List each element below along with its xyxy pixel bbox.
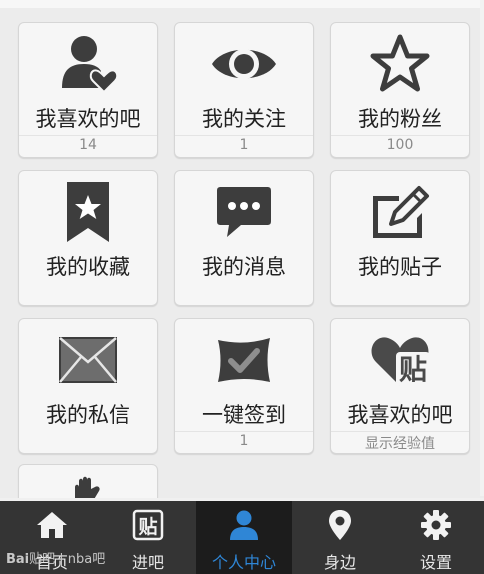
tile-count: 14 xyxy=(79,137,97,153)
watermark-text: 贴吧 | nba吧 xyxy=(29,552,106,567)
divider xyxy=(331,431,469,432)
home-icon xyxy=(4,509,100,541)
tab-enter-bar[interactable]: 贴 进吧 xyxy=(100,501,196,574)
tile-favorite-bars[interactable]: 我喜欢的吧 14 xyxy=(18,22,158,158)
tile-count: 100 xyxy=(386,137,414,153)
tab-label: 进吧 xyxy=(131,553,164,572)
tab-label: 身边 xyxy=(323,553,356,572)
tile-one-click-sign-in[interactable]: 一键签到 1 xyxy=(174,318,314,454)
sign-in-check-icon xyxy=(175,327,313,393)
tile-my-posts[interactable]: 我的贴子 xyxy=(330,170,470,306)
tile-label: 一键签到 xyxy=(202,403,286,427)
person-icon xyxy=(196,509,292,541)
svg-text:贴: 贴 xyxy=(399,353,427,386)
eye-icon xyxy=(175,31,313,97)
tile-label: 我的粉丝 xyxy=(358,107,442,131)
tab-label: 个人中心 xyxy=(211,553,276,572)
tie-icon: 贴 xyxy=(100,509,196,541)
tile-favorites[interactable]: 我的收藏 xyxy=(18,170,158,306)
tile-label: 我的私信 xyxy=(46,403,130,427)
tile-following[interactable]: 我的关注 1 xyxy=(174,22,314,158)
edit-icon xyxy=(331,179,469,245)
user-heart-icon xyxy=(19,31,157,97)
tile-count: 1 xyxy=(239,137,249,153)
tile-private-messages[interactable]: 我的私信 xyxy=(18,318,158,454)
location-icon xyxy=(292,509,388,541)
tile-exp-hint: 显示经验值 xyxy=(365,436,435,452)
tile-label: 我的关注 xyxy=(202,107,286,131)
divider xyxy=(19,135,157,136)
tab-label: 设置 xyxy=(419,553,452,572)
tile-messages[interactable]: 我的消息 xyxy=(174,170,314,306)
tile-count: 1 xyxy=(239,433,249,449)
tile-favorite-bars-exp[interactable]: 贴 我喜欢的吧 显示经验值 xyxy=(330,318,470,454)
watermark-brand: Bai xyxy=(6,552,30,567)
heart-tie-icon: 贴 xyxy=(331,327,469,393)
tab-nearby[interactable]: 身边 xyxy=(292,501,388,574)
baidu-watermark: Bai贴吧 | nba吧 xyxy=(6,548,105,567)
tile-label: 我的消息 xyxy=(202,255,286,279)
envelope-icon xyxy=(19,327,157,393)
gear-icon xyxy=(388,509,484,541)
svg-text:贴: 贴 xyxy=(138,516,157,538)
divider xyxy=(175,431,313,432)
tab-settings[interactable]: 设置 xyxy=(388,501,484,574)
divider xyxy=(175,135,313,136)
bookmark-star-icon xyxy=(19,179,157,245)
star-icon xyxy=(331,31,469,97)
tile-label: 我的收藏 xyxy=(46,255,130,279)
tile-label: 我喜欢的吧 xyxy=(347,403,453,427)
tab-personal-center[interactable]: 个人中心 xyxy=(196,501,292,574)
chat-bubble-icon xyxy=(175,179,313,245)
tile-label: 我喜欢的吧 xyxy=(35,107,141,131)
personal-menu-grid: 我喜欢的吧 14 我的关注 1 我的粉丝 100 我的收藏 我的消息 我的贴子 … xyxy=(0,0,484,524)
divider xyxy=(331,135,469,136)
tile-label: 我的贴子 xyxy=(358,255,442,279)
tile-fans[interactable]: 我的粉丝 100 xyxy=(330,22,470,158)
